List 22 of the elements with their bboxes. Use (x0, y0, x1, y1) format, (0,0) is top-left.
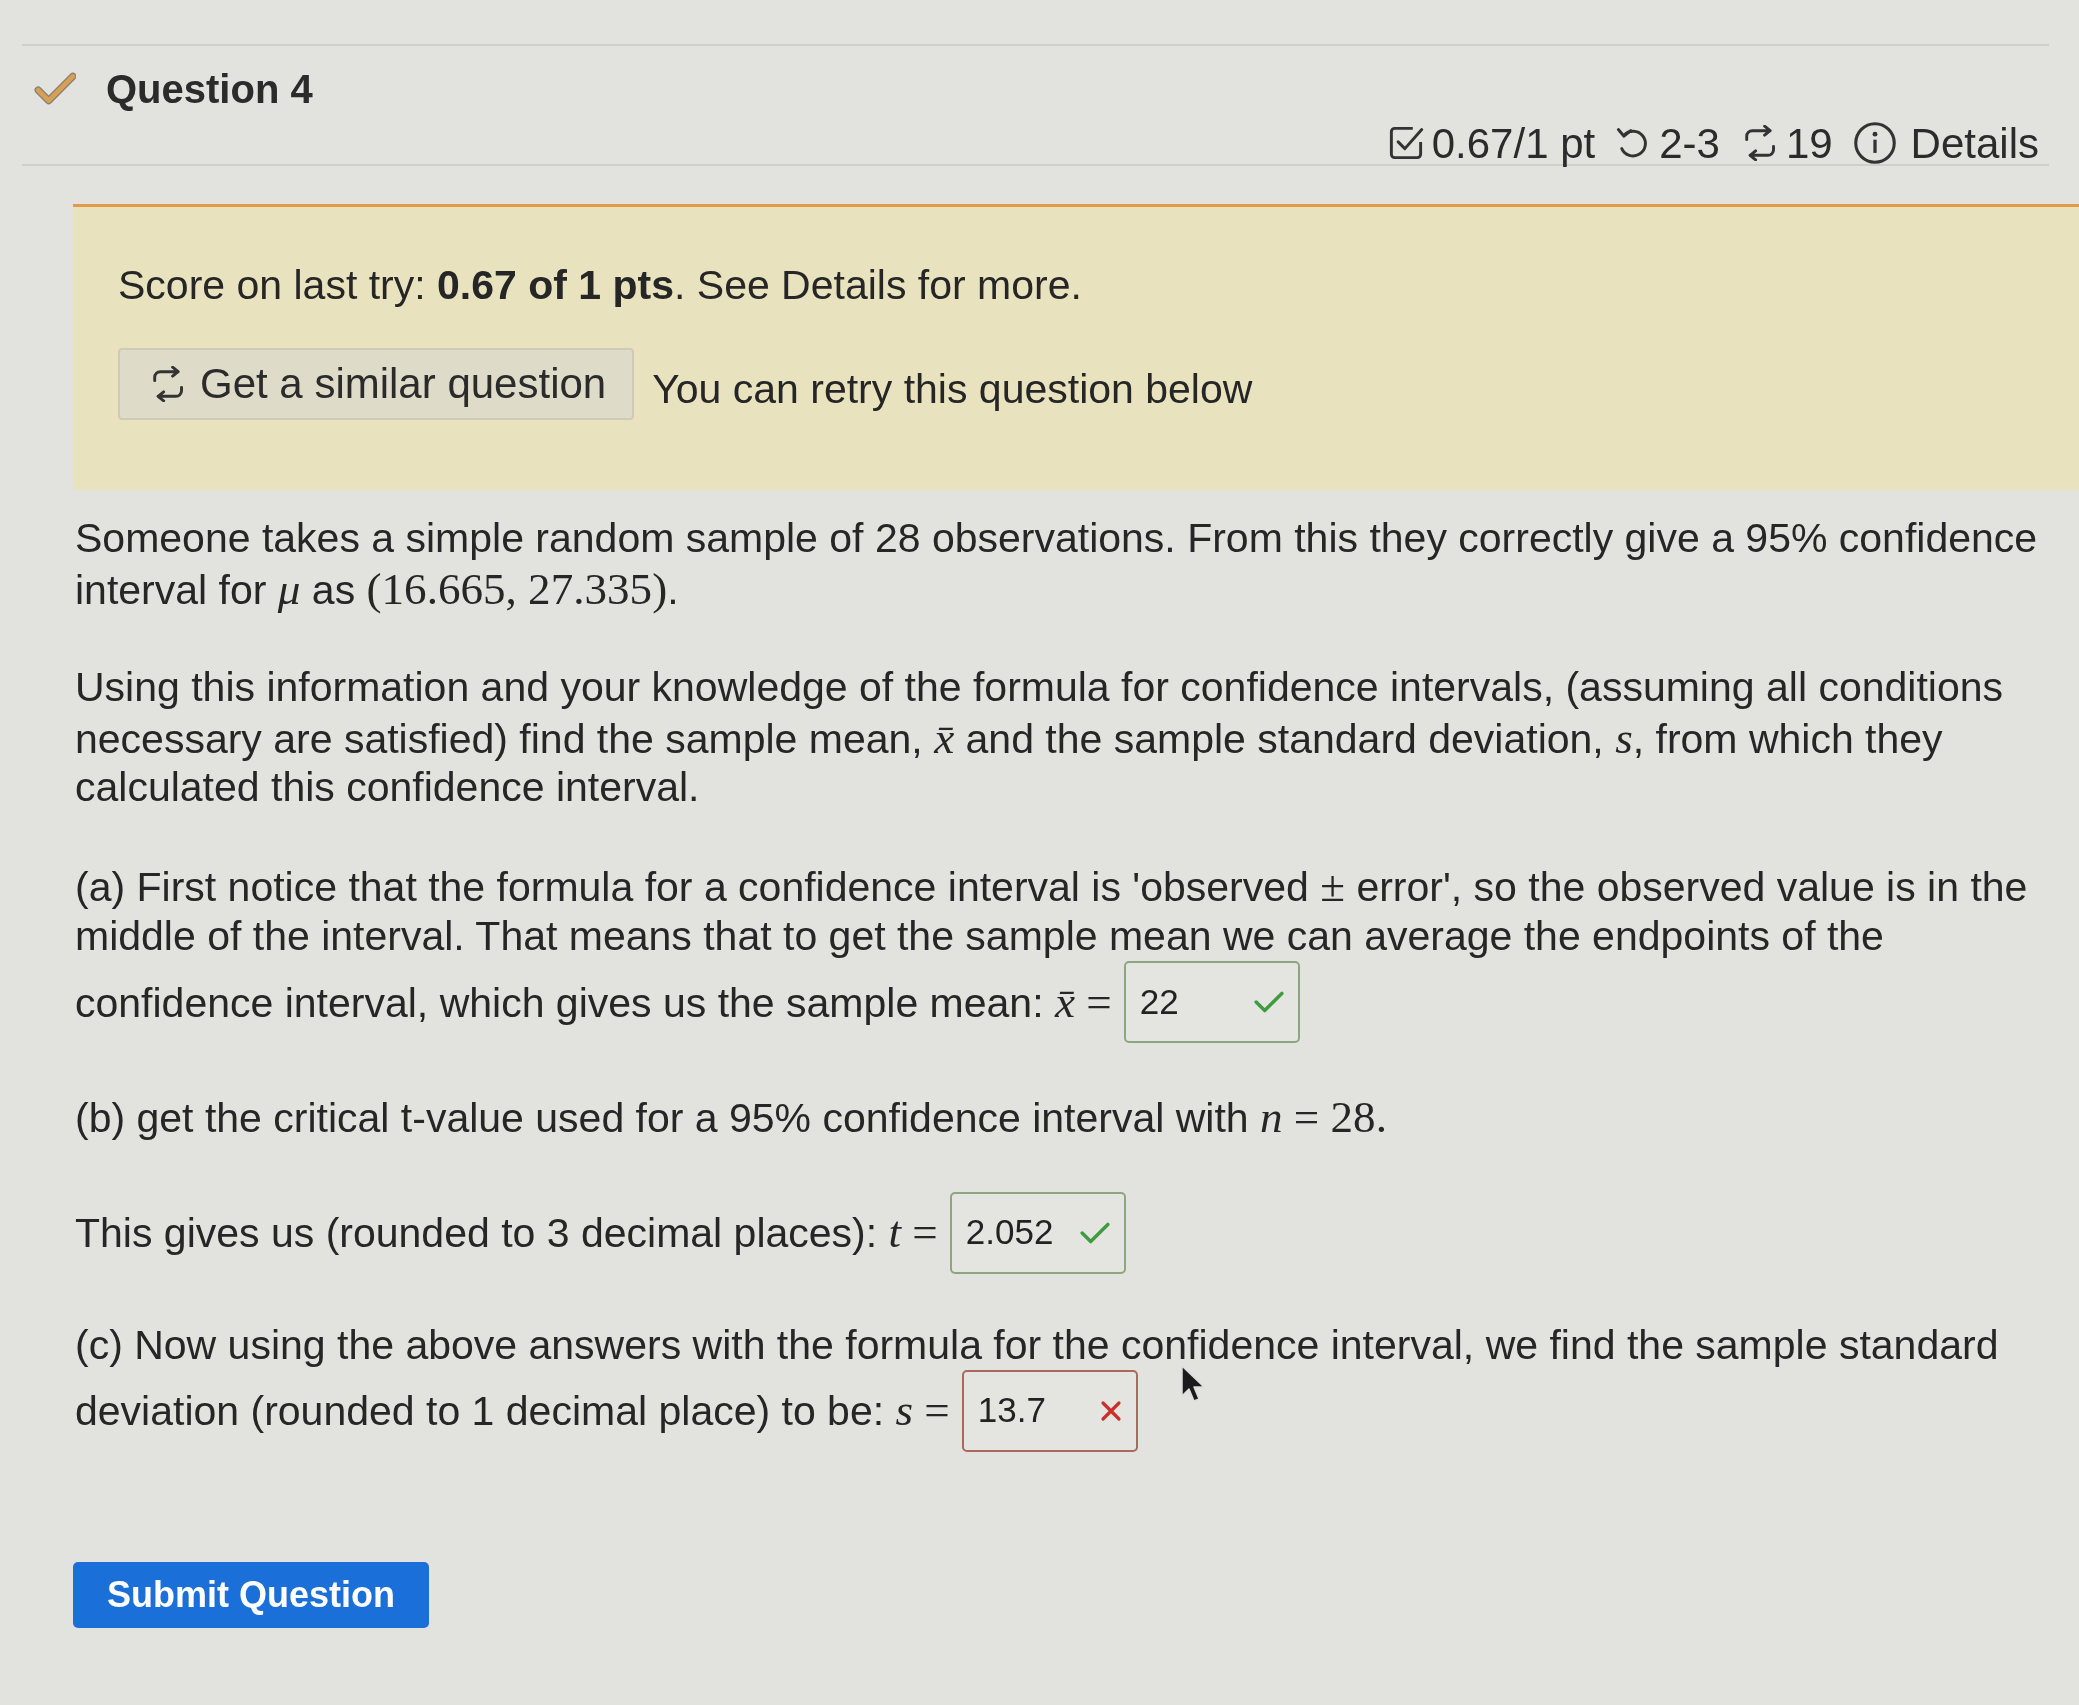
submit-button[interactable]: Submit Question (73, 1561, 429, 1628)
info-icon (1852, 121, 1897, 166)
question-title: Question 4 (106, 66, 313, 113)
question-text: confidence interval, which gives us the sample mean: x̄ = (75, 975, 1112, 1029)
attempts-text: 2-3 (1659, 118, 1720, 168)
similar-question-button[interactable]: Get a similar question (118, 347, 635, 420)
question-text: (b) get the critical t-value used for a 95% confidence interval with n = 28. (75, 1091, 1388, 1144)
question-text: Someone takes a simple random sample of 28 observations. From this they correctly give a 95% confidence interval for μ as (16.665, 27.335). (75, 514, 2039, 616)
answer-field[interactable]: 13.7 (961, 1369, 1138, 1452)
question-text: Using this information and your knowledge of the formula for confidence intervals, (assuming all conditions necessary are satisfied) find the sample mean, x̄ and the sample standard deviation, s, from which they calculated this confidence interval. (75, 663, 2004, 813)
answer-field[interactable]: 2.052 (949, 1191, 1126, 1274)
answer-field[interactable]: 22 (1123, 961, 1300, 1044)
score-text: 0.67/1 pt (1431, 118, 1596, 168)
retry-note: You can retry this question below (652, 365, 1253, 414)
question-text: (c) Now using the above answers with the formula for the confidence interval, we find the sample standard (75, 1321, 2000, 1370)
versions-text: 19 (1785, 118, 1833, 168)
details-link[interactable]: Details (1852, 118, 2039, 168)
question-text: This gives us (rounded to 3 decimal places): t = (75, 1206, 938, 1260)
question-text: (a) First notice that the formula for a confidence interval is 'observed ± error', so the observed value is in the middle of the interval. That means that to get the sample mean we can average the endpoints of the (75, 860, 2029, 962)
score-notice: Score on last try: 0.67 of 1 pts. See Details for more. (118, 262, 1083, 310)
checked-box-icon (1387, 125, 1424, 162)
question-text: deviation (rounded to 1 decimal place) to be: s = (75, 1384, 950, 1438)
